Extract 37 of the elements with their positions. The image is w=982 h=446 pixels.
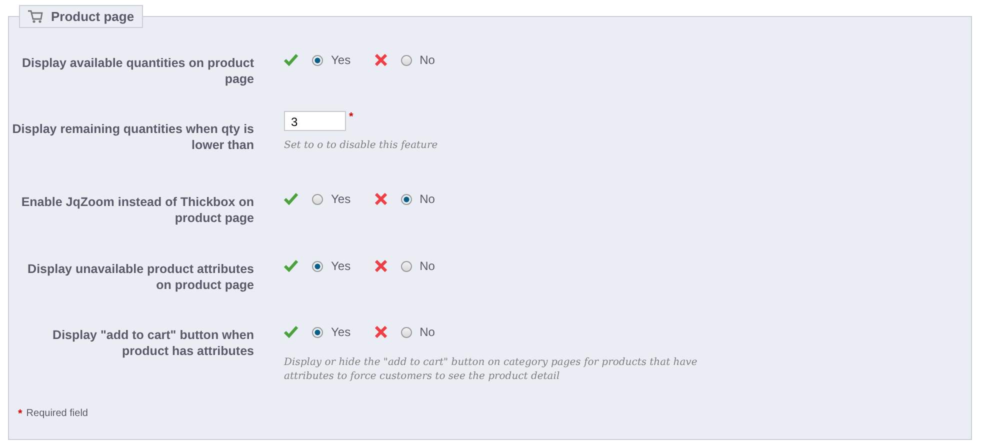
setting-label: Display unavailable product attributes on product page: [26, 261, 255, 293]
radio-button[interactable]: [312, 326, 323, 338]
setting-label: Display available quantities on product page: [21, 55, 255, 87]
checkmark-icon: [284, 260, 298, 272]
option-label[interactable]: Yes: [331, 192, 351, 206]
quantity-field[interactable]: 3: [284, 111, 346, 131]
setting-label: Display remaining quantities when qty is lower than: [11, 121, 255, 153]
cart-icon: [28, 10, 43, 23]
checkmark-icon: [284, 54, 298, 66]
option-label[interactable]: No: [420, 53, 435, 67]
radio-button[interactable]: [400, 326, 412, 338]
radio-button[interactable]: [400, 260, 412, 272]
radio-button[interactable]: [312, 194, 323, 204]
cross-icon: [374, 260, 387, 272]
cross-icon: [374, 326, 387, 338]
option-label[interactable]: No: [420, 325, 435, 339]
radio-button[interactable]: [400, 194, 412, 204]
checkmark-icon: [284, 193, 298, 205]
option-label[interactable]: Yes: [331, 53, 351, 67]
radio-button[interactable]: [312, 260, 323, 272]
hint-text: Display or hide the "add to cart" button on category pages for products that have attributes to force customers to see the product detail: [284, 356, 698, 384]
required-note: Required field: [26, 408, 88, 420]
checkmark-icon: [284, 326, 298, 338]
panel-title: Product page: [51, 9, 134, 24]
setting-label: Enable JqZoom instead of Thickbox on product page: [20, 194, 255, 226]
cross-icon: [374, 54, 387, 66]
required-mark: *: [349, 111, 354, 123]
hint-text: Set to o to disable this feature: [284, 139, 439, 153]
cross-icon: [374, 193, 387, 205]
setting-label: Display "add to cart" button when product has attributes: [52, 327, 255, 360]
option-label[interactable]: Yes: [331, 259, 351, 273]
required-mark: *: [18, 408, 22, 420]
radio-button[interactable]: [400, 54, 412, 66]
option-label[interactable]: No: [420, 259, 435, 273]
option-label[interactable]: No: [420, 192, 435, 206]
radio-button[interactable]: [312, 54, 323, 66]
option-label[interactable]: Yes: [331, 325, 351, 339]
